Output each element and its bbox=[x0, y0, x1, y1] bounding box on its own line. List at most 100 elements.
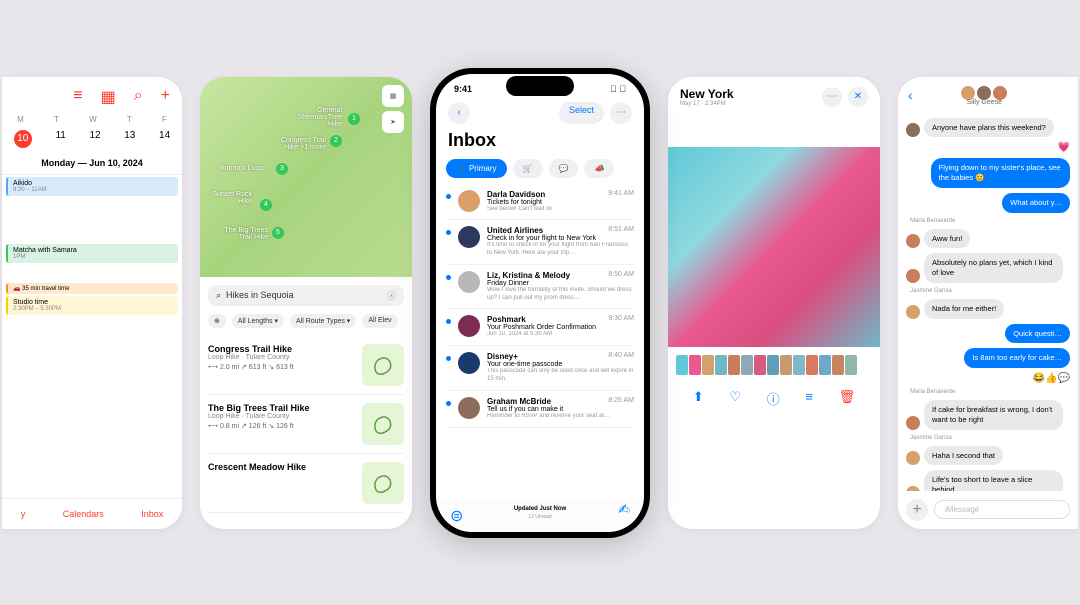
chat-icon: 💬 bbox=[559, 164, 569, 173]
share-icon[interactable]: ⬆︎ bbox=[693, 389, 704, 408]
iphone-frame: 9:41 􀙇 􀛨 ‹ Select ⋯ Inbox 👤Primary 🛒 💬 📣… bbox=[430, 68, 650, 538]
message-bubble[interactable]: If cake for breakfast is wrong, I don't … bbox=[924, 400, 1063, 430]
locate-icon[interactable]: ➤ bbox=[382, 111, 404, 133]
hike-card[interactable]: Crescent Meadow Hike bbox=[208, 454, 404, 513]
more-icon[interactable]: ⋯ bbox=[822, 87, 842, 107]
dynamic-island bbox=[506, 76, 574, 96]
map-pin[interactable]: 2 bbox=[330, 135, 342, 147]
message-bubble[interactable]: Is 8am too early for cake… bbox=[964, 348, 1070, 368]
map-pin[interactable]: 5 bbox=[272, 227, 284, 239]
mail-item[interactable]: Liz, Kristina & Melody8:50 AMFriday Dinn… bbox=[446, 265, 634, 310]
date-header: Monday — Jun 10, 2024 bbox=[2, 152, 182, 175]
back-button[interactable]: ‹ bbox=[448, 102, 470, 124]
add-icon[interactable]: + bbox=[161, 87, 170, 107]
thumbnail[interactable] bbox=[689, 355, 701, 375]
maps-screen: ▦ ➤ 1 General Sherman Tree Hike 2 Congre… bbox=[200, 77, 412, 529]
megaphone-icon: 📣 bbox=[594, 164, 604, 173]
back-icon[interactable]: ‹ bbox=[908, 87, 913, 103]
thumbnail[interactable] bbox=[754, 355, 766, 375]
thumbnail[interactable] bbox=[832, 355, 844, 375]
photos-screen: New York May 17 · 2:34PM ⋯ ✕ ⬆︎ ♡ ⓘ ≡ 🗑 bbox=[668, 77, 880, 529]
thumbnail[interactable] bbox=[715, 355, 727, 375]
inbox-title: Inbox bbox=[436, 128, 644, 153]
thumbnail[interactable] bbox=[767, 355, 779, 375]
hike-card[interactable]: The Big Trees Trail HikeLoop Hike · Tula… bbox=[208, 395, 404, 454]
message-bubble[interactable]: Aww fun! bbox=[924, 229, 970, 249]
thumbnail[interactable] bbox=[806, 355, 818, 375]
message-bubble[interactable]: Quick questi… bbox=[1005, 324, 1070, 344]
elev-filter[interactable]: All Elev bbox=[362, 314, 397, 328]
status-icons: 􀙇 􀛨 bbox=[610, 84, 626, 94]
length-filter[interactable]: All Lengths ▾ bbox=[232, 314, 284, 328]
event-travel[interactable]: 🚗 35 min travel time bbox=[6, 283, 178, 294]
close-icon[interactable]: ✕ bbox=[848, 87, 868, 107]
info-icon[interactable]: ⓘ bbox=[767, 389, 780, 408]
clear-icon[interactable]: ⓧ bbox=[387, 289, 396, 302]
thumbnail[interactable] bbox=[780, 355, 792, 375]
thumbnail[interactable] bbox=[728, 355, 740, 375]
filter-icon[interactable]: ⊜ bbox=[450, 506, 463, 526]
mail-item[interactable]: Graham McBride8:25 AMTell us if you can … bbox=[446, 391, 634, 428]
thumbnail-strip[interactable] bbox=[668, 347, 880, 381]
map-pin[interactable]: 1 bbox=[348, 113, 360, 125]
search-input[interactable]: ⌕ Hikes in Sequoia ⓧ bbox=[208, 285, 404, 306]
message-bubble[interactable]: Haha I second that bbox=[924, 446, 1003, 466]
promo-tab[interactable]: 📣 bbox=[584, 159, 614, 178]
curated-filter[interactable]: ⊕ bbox=[208, 314, 226, 328]
mail-item[interactable]: Disney+8:40 AMYour one-time passcodeThis… bbox=[446, 346, 634, 391]
map-pin[interactable]: 4 bbox=[260, 199, 272, 211]
person-icon: 👤 bbox=[456, 164, 466, 173]
search-icon: ⌕ bbox=[216, 290, 221, 301]
heart-reaction[interactable]: 💗 bbox=[1058, 142, 1070, 153]
mail-item[interactable]: Darla Davidson9:41 AMTickets for tonight… bbox=[446, 184, 634, 221]
calendars-button[interactable]: Calendars bbox=[63, 509, 104, 519]
select-button[interactable]: Select bbox=[559, 102, 604, 124]
reactions[interactable]: 😂👍💬 bbox=[1033, 373, 1070, 384]
today-button[interactable]: y bbox=[21, 509, 26, 519]
mail-item[interactable]: United Airlines8:51 AMCheck in for your … bbox=[446, 220, 634, 265]
chat-tab[interactable]: 💬 bbox=[549, 159, 579, 178]
hike-card[interactable]: Congress Trail HikeLoop Hike · Tulare Co… bbox=[208, 336, 404, 395]
thumbnail[interactable] bbox=[819, 355, 831, 375]
primary-tab[interactable]: 👤Primary bbox=[446, 159, 507, 178]
route-filter[interactable]: All Route Types ▾ bbox=[290, 314, 356, 328]
map-pin[interactable]: 3 bbox=[276, 163, 288, 175]
thumbnail[interactable] bbox=[793, 355, 805, 375]
list-icon[interactable]: ≡ bbox=[73, 87, 82, 107]
day-headers: MTWTF bbox=[2, 113, 182, 126]
mail-item[interactable]: Poshmark9:30 AMYour Poshmark Order Confi… bbox=[446, 309, 634, 346]
map-mode-icon[interactable]: ▦ bbox=[382, 85, 404, 107]
photo-title: New York bbox=[680, 87, 734, 101]
plus-icon[interactable]: + bbox=[906, 499, 928, 521]
photo-date: May 17 · 2:34PM bbox=[680, 101, 734, 107]
compose-icon[interactable]: ✍︎ bbox=[618, 501, 630, 518]
mail-footer: ⊜ Updated Just Now 12 Unread ✍︎ bbox=[436, 500, 644, 532]
map-view[interactable]: ▦ ➤ 1 General Sherman Tree Hike 2 Congre… bbox=[200, 77, 412, 277]
event-studio[interactable]: Studio time 2:30PM – 5:30PM bbox=[6, 296, 178, 315]
message-bubble[interactable]: Absolutely no plans yet, which I kind of… bbox=[924, 253, 1063, 283]
cart-tab[interactable]: 🛒 bbox=[513, 159, 543, 178]
search-icon[interactable]: ⌕ bbox=[134, 87, 143, 107]
message-bubble[interactable]: Nada for me either! bbox=[924, 299, 1004, 319]
event-aikido[interactable]: Aikido 9:30 – 11AM bbox=[6, 177, 178, 196]
calendar-screen: ≡ ▦ ⌕ + MTWTF 1011121314 Monday — Jun 10… bbox=[2, 77, 182, 529]
calendar-footer: y Calendars Inbox bbox=[2, 498, 182, 529]
message-bubble[interactable]: Anyone have plans this weekend? bbox=[924, 118, 1054, 138]
message-bubble[interactable]: Flying down to my sister's place, see th… bbox=[931, 158, 1070, 188]
thumbnail[interactable] bbox=[702, 355, 714, 375]
thumbnail[interactable] bbox=[676, 355, 688, 375]
heart-icon[interactable]: ♡ bbox=[729, 389, 741, 408]
thumbnail[interactable] bbox=[845, 355, 857, 375]
more-icon[interactable]: ⋯ bbox=[610, 102, 632, 124]
thumbnail[interactable] bbox=[741, 355, 753, 375]
grid-icon[interactable]: ▦ bbox=[101, 87, 116, 107]
date-row[interactable]: 1011121314 bbox=[2, 126, 182, 152]
trash-icon[interactable]: 🗑 bbox=[839, 389, 856, 408]
event-matcha[interactable]: Matcha with Samara 1PM bbox=[6, 244, 178, 263]
photo-main[interactable] bbox=[668, 147, 880, 347]
message-input[interactable]: iMessage bbox=[934, 500, 1070, 519]
messages-screen: ‹ Silly Geese Anyone have plans this wee… bbox=[898, 77, 1078, 529]
adjust-icon[interactable]: ≡ bbox=[805, 389, 813, 408]
inbox-button[interactable]: Inbox bbox=[141, 509, 163, 519]
message-bubble[interactable]: What about y… bbox=[1002, 193, 1070, 213]
